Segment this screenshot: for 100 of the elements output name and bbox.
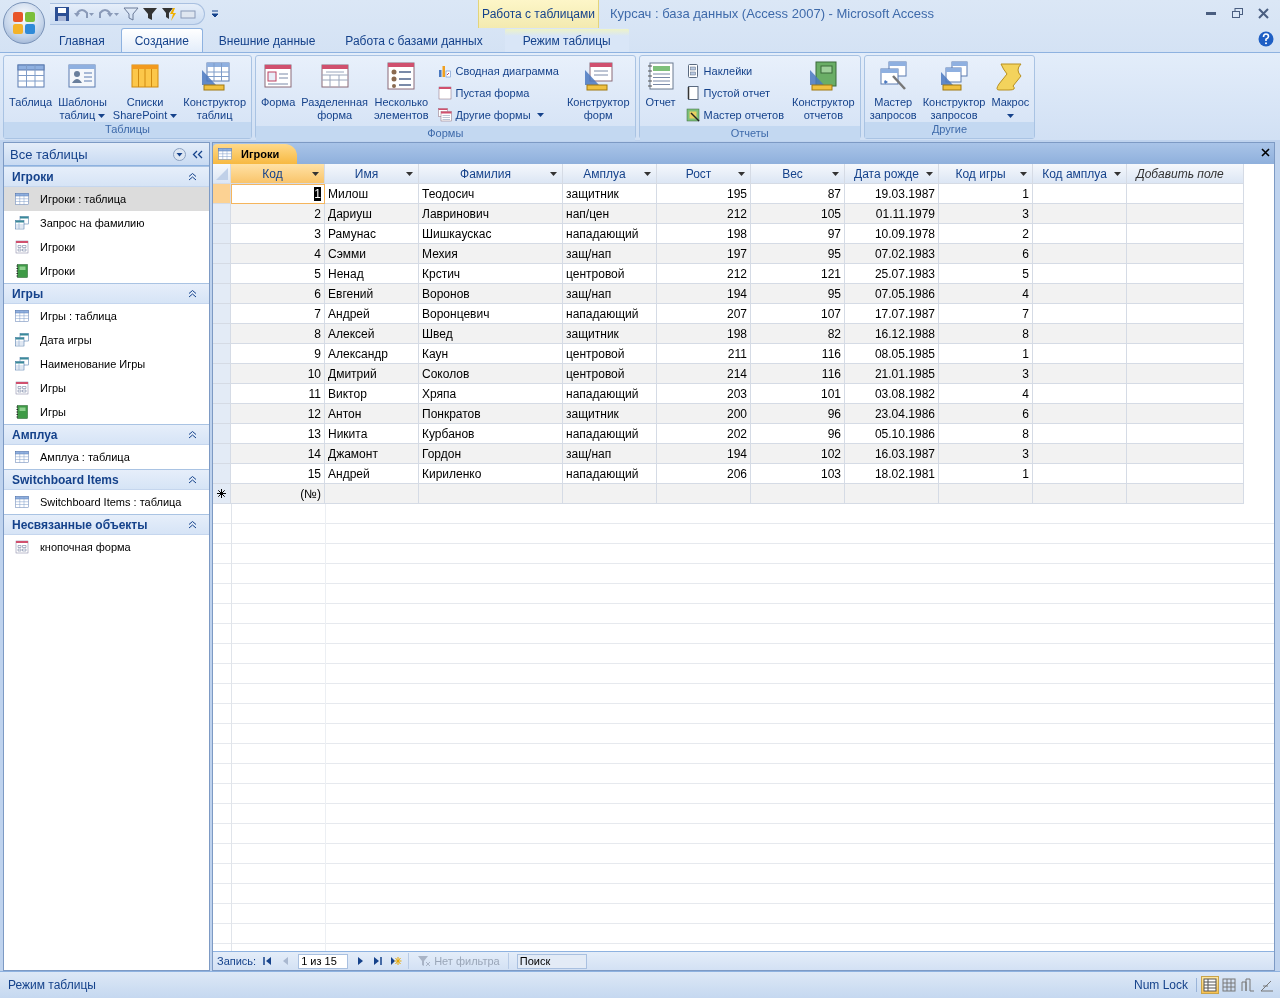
blank-form-icon xyxy=(436,85,453,101)
dropdown-arrow-icon xyxy=(1114,172,1121,176)
dropdown-arrow-icon xyxy=(644,172,651,176)
dropdown-arrow-icon xyxy=(738,172,745,176)
nav-item[interactable]: кнопочная форма xyxy=(4,535,209,559)
group-header[interactable]: Игры xyxy=(4,283,209,304)
ribbon-button[interactable]: Отчет xyxy=(641,58,680,122)
dropdown-arrow-icon xyxy=(312,172,319,176)
new-record-icon[interactable] xyxy=(390,955,403,968)
nav-item[interactable]: Switchboard Items : таблица xyxy=(4,490,209,514)
table-cell: 1 xyxy=(231,184,325,204)
ribbon-button[interactable]: Пустая форма xyxy=(433,82,562,104)
ribbon-tab[interactable]: Внешние данные xyxy=(204,28,330,52)
collapse-pane-icon[interactable] xyxy=(192,149,203,159)
ribbon-button[interactable]: Наклейки xyxy=(681,60,787,82)
ribbon-tab[interactable]: Создание xyxy=(120,28,203,52)
column-header[interactable]: Фамилия xyxy=(419,164,563,184)
ribbon-button[interactable]: Пустой отчет xyxy=(681,82,787,104)
table-icon xyxy=(217,146,233,162)
document-tab[interactable]: Игроки xyxy=(213,144,298,164)
column-header[interactable]: Имя xyxy=(325,164,419,184)
close-icon[interactable] xyxy=(1261,148,1270,157)
ribbon-button[interactable]: Другие формы xyxy=(433,104,562,126)
table-cell: 2 xyxy=(231,204,325,224)
view-button[interactable] xyxy=(1239,976,1257,994)
last-record-icon[interactable] xyxy=(372,955,385,968)
group-header[interactable]: Амплуа xyxy=(4,424,209,445)
view-button[interactable] xyxy=(1220,976,1238,994)
ribbon-button[interactable]: Форма xyxy=(258,58,299,122)
customize-caret-icon[interactable] xyxy=(211,10,219,18)
form-icon xyxy=(14,539,30,555)
column-header[interactable]: Добавить поле xyxy=(1127,164,1244,184)
filter-icon xyxy=(417,955,432,968)
nav-item[interactable]: Дата игры xyxy=(4,328,209,352)
filter-icon[interactable] xyxy=(142,6,158,22)
report-book-icon xyxy=(14,404,30,420)
help-icon[interactable] xyxy=(1258,31,1274,47)
column-header[interactable]: Амплуа xyxy=(563,164,657,184)
group-header[interactable]: Switchboard Items xyxy=(4,469,209,490)
ribbon-button[interactable]: Мастер отчетов xyxy=(681,104,787,126)
table-cell: 4 xyxy=(939,284,1033,304)
table-cell: Мехия xyxy=(419,244,563,264)
group-header[interactable]: Игроки xyxy=(4,166,209,187)
ribbon-tab[interactable]: Главная xyxy=(45,28,119,52)
ribbon-button[interactable]: Мастер запросов xyxy=(866,58,920,122)
table-cell: Алексей xyxy=(325,324,419,344)
column-header[interactable]: Вес xyxy=(751,164,845,184)
nav-item[interactable]: Игры xyxy=(4,376,209,400)
form-icon xyxy=(14,380,30,396)
ribbon-button[interactable]: Списки SharePoint xyxy=(109,58,181,122)
query-icon xyxy=(14,356,30,372)
status-text: Режим таблицы xyxy=(7,978,97,992)
table-cell: 10 xyxy=(231,364,325,384)
record-position-field[interactable]: 1 из 15 xyxy=(298,953,349,969)
form-icon xyxy=(14,239,30,255)
nav-item[interactable]: Игры : таблица xyxy=(4,304,209,328)
table-cell: 8 xyxy=(231,324,325,344)
nav-item[interactable]: Игроки : таблица xyxy=(4,187,209,211)
group-label: Другие xyxy=(864,122,1035,138)
nav-item[interactable]: Наименование Игры xyxy=(4,352,209,376)
nav-item[interactable]: Игроки xyxy=(4,259,209,283)
table-cell: 3 xyxy=(939,364,1033,384)
ribbon-button[interactable]: Несколько элементов xyxy=(371,58,432,122)
save-icon[interactable] xyxy=(54,6,70,22)
ribbon-button[interactable]: Разделенная форма xyxy=(298,58,371,122)
ribbon-button[interactable]: Конструктор запросов xyxy=(919,58,989,122)
nav-item[interactable]: Запрос на фамилию xyxy=(4,211,209,235)
table-cell: Гордон xyxy=(419,444,563,464)
ribbon-tab[interactable]: Работа с базами данных xyxy=(331,28,497,52)
column-header[interactable]: Код игры xyxy=(939,164,1033,184)
table-cell: 116 xyxy=(751,364,845,384)
search-field[interactable]: Поиск xyxy=(516,953,587,969)
view-button[interactable] xyxy=(1201,976,1219,994)
dropdown-arrow-icon xyxy=(832,172,839,176)
select-all-icon[interactable] xyxy=(214,166,229,181)
ribbon-button[interactable]: Конструктор отчетов xyxy=(789,58,858,122)
group-label: Отчеты xyxy=(639,126,860,141)
record-label: Запись: xyxy=(217,955,257,968)
table-cell: 16.12.1988 xyxy=(845,324,939,344)
ribbon-button[interactable]: Конструктор таблиц xyxy=(180,58,249,122)
ribbon-button[interactable]: Сводная диаграмма xyxy=(433,60,562,82)
collapse-chevron-icon xyxy=(188,430,197,439)
dropdown-circle-icon[interactable] xyxy=(173,147,186,161)
ribbon-tab[interactable]: Режим таблицы xyxy=(504,28,629,52)
office-button[interactable] xyxy=(3,2,45,44)
group-header[interactable]: Несвязанные объекты xyxy=(4,514,209,535)
close-icon xyxy=(1257,7,1269,19)
ribbon-button[interactable]: Макрос xyxy=(988,58,1033,122)
table-cell: 8 xyxy=(939,324,1033,344)
column-header[interactable]: Дата рожде xyxy=(845,164,939,184)
nav-item[interactable]: Амплуа : таблица xyxy=(4,445,209,469)
nav-item[interactable]: Игроки xyxy=(4,235,209,259)
ribbon-button[interactable]: Конструктор форм xyxy=(563,58,633,122)
column-header[interactable]: Рост xyxy=(657,164,751,184)
filter-lightning-icon[interactable] xyxy=(161,6,177,22)
column-header[interactable]: Код xyxy=(231,164,325,184)
nav-item[interactable]: Игры xyxy=(4,400,209,424)
ribbon-button[interactable]: Шаблоны таблиц xyxy=(55,58,110,122)
column-header[interactable]: Код амплуа xyxy=(1033,164,1127,184)
ribbon-button[interactable]: Таблица xyxy=(6,58,56,122)
